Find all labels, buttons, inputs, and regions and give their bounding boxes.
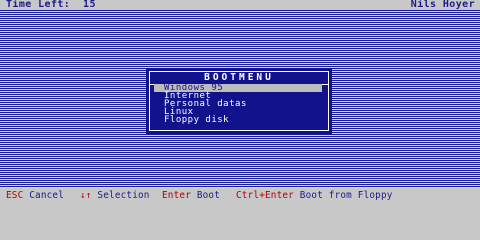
- user-name: Nils Hoyer: [410, 0, 475, 10]
- boot-option-floppy-disk[interactable]: Floppy disk: [154, 116, 322, 125]
- ctrl-enter-hint: Ctrl+Enter Boot from Floppy: [236, 189, 393, 203]
- enter-action-label: Boot: [196, 190, 221, 201]
- esc-hint: ESC Cancel: [6, 189, 64, 203]
- top-status-bar: Time Left: 15 Nils Hoyer: [0, 0, 480, 10]
- enter-hint: Enter Boot: [162, 189, 220, 203]
- enter-key-label: Enter: [162, 190, 191, 201]
- esc-key-label: ESC: [6, 190, 24, 201]
- ctrl-enter-key-label: Ctrl+Enter: [236, 190, 294, 201]
- boot-options-list: Windows 95 Internet Personal datas Linux…: [154, 84, 322, 125]
- arrows-key-label: ↓↑: [80, 190, 92, 201]
- time-left-label: Time Left: 15: [6, 0, 96, 10]
- arrows-action-label: Selection: [97, 190, 150, 201]
- key-help-bar: ESC Cancel ↓↑ Selection Enter Boot Ctrl+…: [0, 188, 480, 202]
- arrows-hint: ↓↑ Selection: [80, 189, 150, 203]
- boot-menu-dialog: BOOTMENU Windows 95 Internet Personal da…: [146, 68, 332, 134]
- boot-menu-title: BOOTMENU: [204, 72, 274, 83]
- ctrl-enter-action-label: Boot from Floppy: [299, 190, 393, 201]
- esc-action-label: Cancel: [29, 190, 65, 201]
